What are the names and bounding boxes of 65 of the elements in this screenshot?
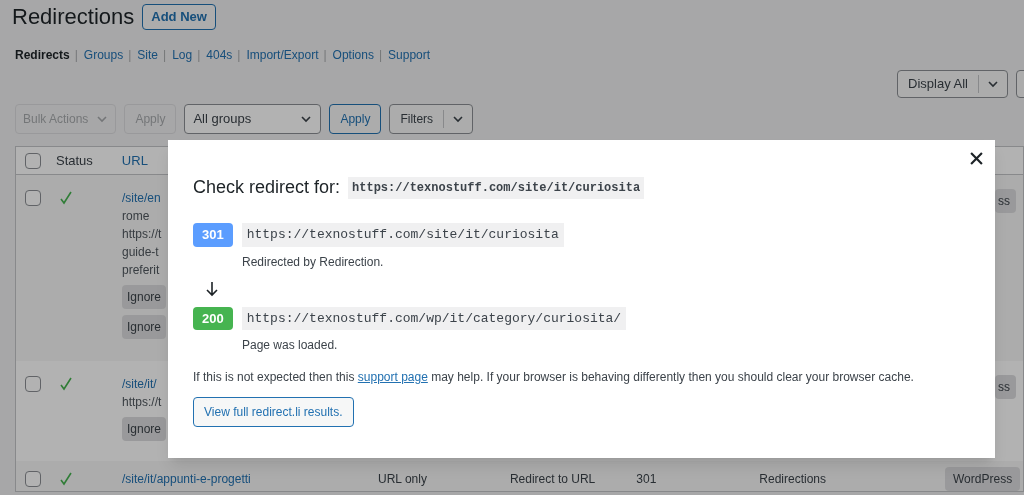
check-icon: [58, 190, 74, 206]
nav-link[interactable]: Redirects: [15, 46, 70, 64]
group-select[interactable]: All groups: [184, 104, 322, 134]
hop-url: https://texnostuff.com/wp/it/category/curiosita/: [241, 306, 627, 330]
hop-url: https://texnostuff.com/site/it/curiosita: [241, 223, 564, 247]
checkbox[interactable]: [25, 376, 41, 392]
url-text: https://t: [122, 394, 162, 411]
table-cell-text: URL only: [378, 471, 427, 488]
ignore-button[interactable]: Ignore: [122, 315, 167, 339]
group-badge: WordPress: [945, 467, 1021, 491]
support-link[interactable]: support page: [357, 370, 428, 384]
nav-separator: |: [74, 47, 78, 64]
display-dropdown[interactable]: Display All: [897, 70, 1008, 98]
page-title: Redirections: [12, 3, 135, 31]
nav-separator: |: [128, 47, 132, 64]
down-arrow-icon: [204, 280, 220, 297]
nav-separator: |: [197, 47, 201, 64]
url-link[interactable]: /site/it/appunti-e-progetti: [122, 470, 251, 488]
group-badge: ss: [995, 189, 1016, 213]
modal-title: Check redirect for:: [193, 176, 341, 199]
table-cell-text: 301: [636, 471, 657, 488]
url-text: rome: [122, 208, 150, 225]
filters-dropdown[interactable]: Filters: [389, 104, 474, 134]
column-header: Status: [56, 151, 93, 170]
hop-note: Page was loaded.: [242, 337, 339, 354]
help-text: If this is not expected then this support page may help. If your browser is behaving differently then you should clear your browser cache.: [193, 369, 915, 386]
checked-url: https://texnostuff.com/site/it/curiosita: [348, 176, 645, 199]
url-text: https://t: [122, 226, 162, 243]
url-link[interactable]: /site/it/: [122, 375, 157, 393]
table-cell-text: Redirections: [759, 471, 827, 488]
ignore-button[interactable]: Ignore: [122, 417, 167, 441]
nav-link[interactable]: Import/Export: [246, 46, 319, 64]
add-new-button[interactable]: Add New: [142, 4, 216, 30]
apply-button[interactable]: Apply: [329, 104, 382, 134]
view-results-button[interactable]: View full redirect.li results.: [193, 397, 354, 427]
checkbox[interactable]: [25, 471, 41, 487]
chevron-icon: [300, 113, 313, 125]
chevron-icon: [96, 113, 109, 125]
status-code-badge: 301: [193, 223, 233, 247]
table-cell-text: Redirect to URL: [509, 471, 596, 488]
url-text: preferit: [122, 262, 160, 279]
checkbox[interactable]: [25, 152, 41, 169]
nav-link[interactable]: 404s: [206, 46, 233, 64]
nav-separator: |: [237, 47, 241, 64]
chevron-icon: [452, 113, 465, 125]
group-badge: ss: [995, 375, 1016, 399]
ignore-button[interactable]: Ignore: [122, 285, 167, 309]
column-header: URL: [121, 151, 148, 170]
url-text: guide-t: [122, 244, 159, 261]
url-link[interactable]: /site/en: [122, 189, 161, 207]
check-icon: [58, 471, 74, 487]
chevron-icon: [987, 78, 999, 90]
checkbox[interactable]: [25, 190, 41, 206]
status-code-badge: 200: [193, 306, 233, 330]
nav-separator: |: [163, 47, 167, 64]
nav-link[interactable]: Support: [388, 46, 431, 64]
check-icon: [58, 376, 74, 392]
nav-separator: |: [378, 47, 383, 64]
close-icon[interactable]: [970, 152, 983, 165]
nav-link[interactable]: Options: [332, 46, 374, 64]
hop-note: Redirected by Redirection.: [242, 253, 385, 271]
nav-link[interactable]: Groups: [83, 46, 124, 64]
nav-separator: |: [323, 47, 327, 64]
nav-link[interactable]: Log: [172, 46, 193, 64]
nav-link[interactable]: Site: [137, 46, 158, 64]
